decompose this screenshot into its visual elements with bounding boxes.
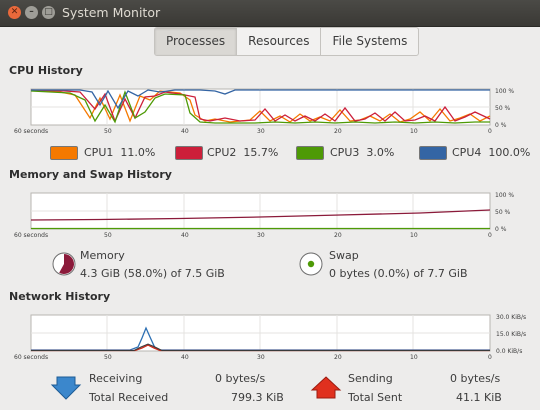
network-x-label-50: 50 <box>104 354 112 361</box>
cpu2-color-swatch[interactable] <box>175 146 203 160</box>
network-x-label-40: 40 <box>181 354 189 361</box>
cpu-y-label-0: 0 % <box>495 122 507 129</box>
cpu3-color-swatch[interactable] <box>296 146 324 160</box>
swap-value: 0 bytes (0.0%) of 7.7 GiB <box>329 267 468 280</box>
memory-graph <box>30 192 491 230</box>
sending-value: 0 bytes/s <box>450 372 501 385</box>
cpu-x-label-50: 50 <box>104 128 112 135</box>
total-received-value: 799.3 KiB <box>231 391 284 404</box>
memory-x-label-40: 40 <box>181 232 189 239</box>
memory-x-label-30: 30 <box>257 232 265 239</box>
cpu1-color-swatch[interactable] <box>50 146 78 160</box>
cpu4-legend-label: CPU4 100.0% <box>452 146 531 159</box>
network-x-label-0: 0 <box>488 354 492 361</box>
total-received-label: Total Received <box>89 391 169 404</box>
network-x-label-10: 10 <box>410 354 418 361</box>
cpu-y-label-50: 50 % <box>495 105 511 112</box>
receiving-value: 0 bytes/s <box>215 372 266 385</box>
sending-arrow-icon <box>310 376 342 399</box>
cpu-x-label-40: 40 <box>181 128 189 135</box>
cpu-graph <box>30 88 491 126</box>
swap-label: Swap <box>329 249 359 262</box>
memory-x-label-50: 50 <box>104 232 112 239</box>
memory-x-label-0: 0 <box>488 232 492 239</box>
memory-value: 4.3 GiB (58.0%) of 7.5 GiB <box>80 267 225 280</box>
cpu1-legend-label: CPU1 11.0% <box>84 146 156 159</box>
total-sent-label: Total Sent <box>348 391 403 404</box>
cpu2-legend-label: CPU2 15.7% <box>207 146 279 159</box>
network-x-label-60: 60 seconds <box>14 354 49 361</box>
receiving-label: Receiving <box>89 372 143 385</box>
sending-label: Sending <box>348 372 393 385</box>
network-graph <box>30 314 491 352</box>
cpu3-legend-label: CPU3 3.0% <box>330 146 395 159</box>
total-sent-value: 41.1 KiB <box>456 391 502 404</box>
memory-y-label-100: 100 % <box>495 192 515 199</box>
memory-x-label-60: 60 seconds <box>14 232 49 239</box>
network-x-label-30: 30 <box>257 354 265 361</box>
receiving-arrow-icon <box>50 376 82 400</box>
cpu-x-label-20: 20 <box>334 128 342 135</box>
cpu-x-label-10: 10 <box>410 128 418 135</box>
cpu-x-label-0: 0 <box>488 128 492 135</box>
swap-pie-icon <box>299 252 323 276</box>
cpu-x-label-30: 30 <box>257 128 265 135</box>
memory-label: Memory <box>80 249 125 262</box>
network-x-label-20: 20 <box>334 354 342 361</box>
memory-x-label-10: 10 <box>410 232 418 239</box>
network-y-label-30: 30.0 KiB/s <box>496 314 527 321</box>
cpu-y-label-100: 100 % <box>495 88 515 95</box>
memory-y-label-0: 0 % <box>495 226 507 233</box>
cpu-x-label-60: 60 seconds <box>14 128 49 135</box>
memory-x-label-20: 20 <box>334 232 342 239</box>
network-y-label-15: 15.0 KiB/s <box>496 331 527 338</box>
resource-graphs <box>30 88 491 400</box>
cpu4-color-swatch[interactable] <box>419 146 447 160</box>
network-y-label-0: 0.0 KiB/s <box>496 348 523 355</box>
memory-y-label-50: 50 % <box>495 209 511 216</box>
memory-pie-icon <box>52 252 76 276</box>
